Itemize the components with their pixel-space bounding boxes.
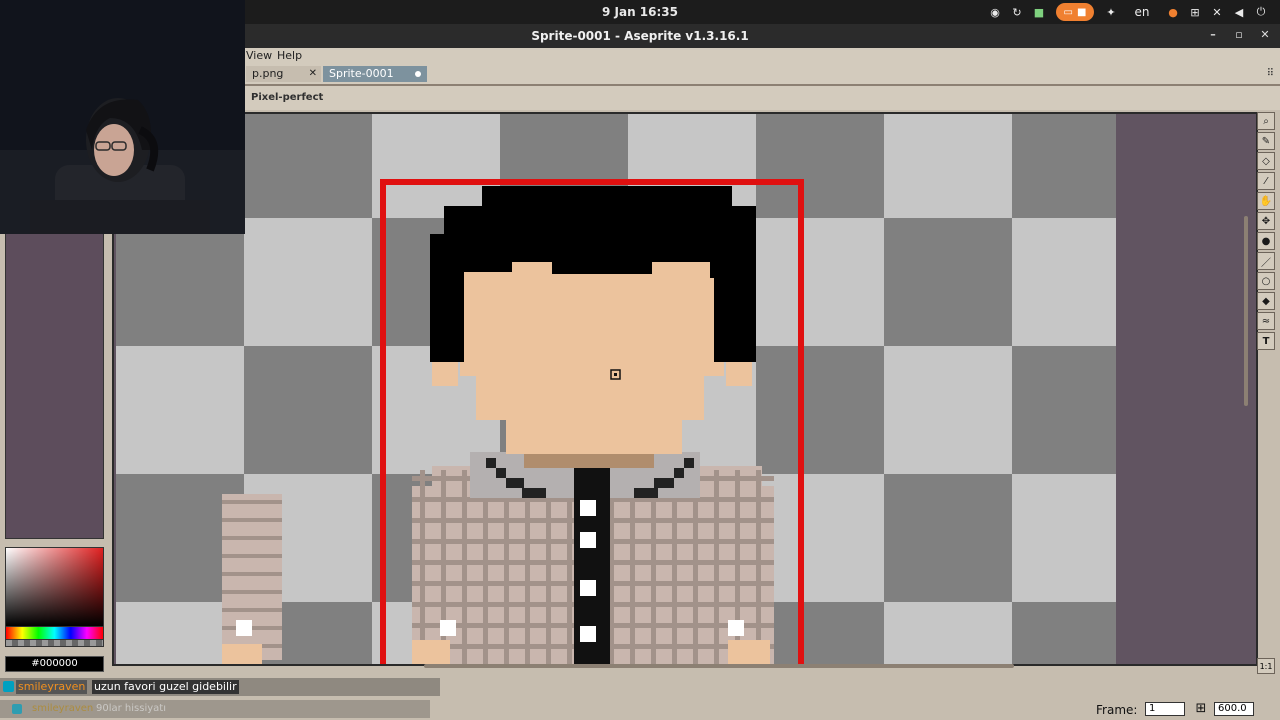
alpha-slider[interactable]: [5, 639, 104, 647]
text-tool-icon[interactable]: T: [1257, 332, 1275, 350]
tab-label: Sprite-0001: [329, 67, 394, 80]
sync-icon[interactable]: ↻: [1006, 3, 1028, 21]
webcam-image: [0, 0, 245, 234]
tab-label: p.png: [252, 67, 284, 80]
fill-tool-icon[interactable]: ●: [1257, 232, 1275, 250]
sprite-canvas[interactable]: [114, 114, 1256, 664]
sprite-editor[interactable]: [112, 112, 1258, 666]
tabs-menu-icon[interactable]: ⠿: [1267, 68, 1274, 79]
hand-tool-icon[interactable]: ✋: [1257, 192, 1275, 210]
horizontal-scrollbar[interactable]: [424, 664, 1014, 668]
chat-username: smileyraven: [32, 703, 94, 714]
one-to-one-zoom-button[interactable]: 1:1: [1257, 658, 1275, 674]
window-controls: – ▫ ✕: [1206, 28, 1272, 42]
wifi-off-icon[interactable]: ✕: [1206, 3, 1228, 21]
menu-view[interactable]: View: [246, 49, 272, 62]
volume-icon[interactable]: ◀: [1228, 3, 1250, 21]
modified-dot-icon: [415, 71, 421, 77]
new-frame-plus-icon[interactable]: ⊞: [1194, 702, 1208, 716]
hue-slider[interactable]: [5, 626, 104, 640]
language-indicator[interactable]: en: [1122, 5, 1162, 19]
tab-p-png[interactable]: p.png ✕: [246, 66, 321, 82]
microphone-icon[interactable]: ●: [1162, 3, 1184, 21]
webcam-overlay: [0, 0, 245, 234]
color-spectrum-picker[interactable]: [5, 547, 104, 627]
pixel-perfect-toggle[interactable]: Pixel-perfect: [251, 92, 323, 103]
frame-label: Frame:: [1096, 703, 1138, 717]
chat-message: 90lar hissiyatı: [96, 703, 166, 714]
accessibility-icon[interactable]: ✦: [1100, 3, 1122, 21]
screen-share-icon[interactable]: ▭ ■: [1056, 3, 1094, 21]
system-tray: ◉ ↻ ■ ▭ ■ ✦ en ● ⊞ ✕ ◀ ⏻: [984, 3, 1272, 21]
palette-view[interactable]: [5, 232, 104, 539]
zoom-tool-icon[interactable]: ⌕: [1257, 112, 1275, 130]
line-tool-icon[interactable]: ／: [1257, 252, 1275, 270]
close-icon[interactable]: ✕: [1258, 28, 1272, 42]
power-icon[interactable]: ⏻: [1250, 3, 1272, 21]
eyedropper-tool-icon[interactable]: ⁄: [1257, 172, 1275, 190]
pencil-tool-icon[interactable]: ✎: [1257, 132, 1275, 150]
eraser-tool-icon[interactable]: ◇: [1257, 152, 1275, 170]
blur-tool-icon[interactable]: ◆: [1257, 292, 1275, 310]
vertical-scrollbar[interactable]: [1244, 216, 1248, 406]
zoom-field[interactable]: 600.0: [1214, 702, 1254, 716]
frame-field[interactable]: 1: [1145, 702, 1185, 716]
chrome-icon[interactable]: ◉: [984, 3, 1006, 21]
color-hex-field[interactable]: #000000: [5, 656, 104, 672]
twitch-icon: [12, 704, 22, 714]
chat-username: smileyraven: [16, 680, 88, 694]
tab-close-icon[interactable]: ✕: [309, 66, 317, 82]
lock-icon[interactable]: ■: [1028, 3, 1050, 21]
chat-message: uzun favori guzel gidebilir: [92, 680, 239, 694]
minimize-icon[interactable]: –: [1206, 28, 1220, 42]
network-icon[interactable]: ⊞: [1184, 3, 1206, 21]
maximize-icon[interactable]: ▫: [1232, 28, 1246, 42]
ellipse-tool-icon[interactable]: ○: [1257, 272, 1275, 290]
move-tool-icon[interactable]: ✥: [1257, 212, 1275, 230]
smudge-tool-icon[interactable]: ≈: [1257, 312, 1275, 330]
tab-sprite-0001[interactable]: Sprite-0001: [323, 66, 427, 82]
tools-bar: ⌕ ✎ ◇ ⁄ ✋ ✥ ● ／ ○ ◆ ≈ T: [1257, 112, 1277, 352]
twitch-icon: [3, 681, 14, 692]
menu-help[interactable]: Help: [277, 49, 302, 62]
